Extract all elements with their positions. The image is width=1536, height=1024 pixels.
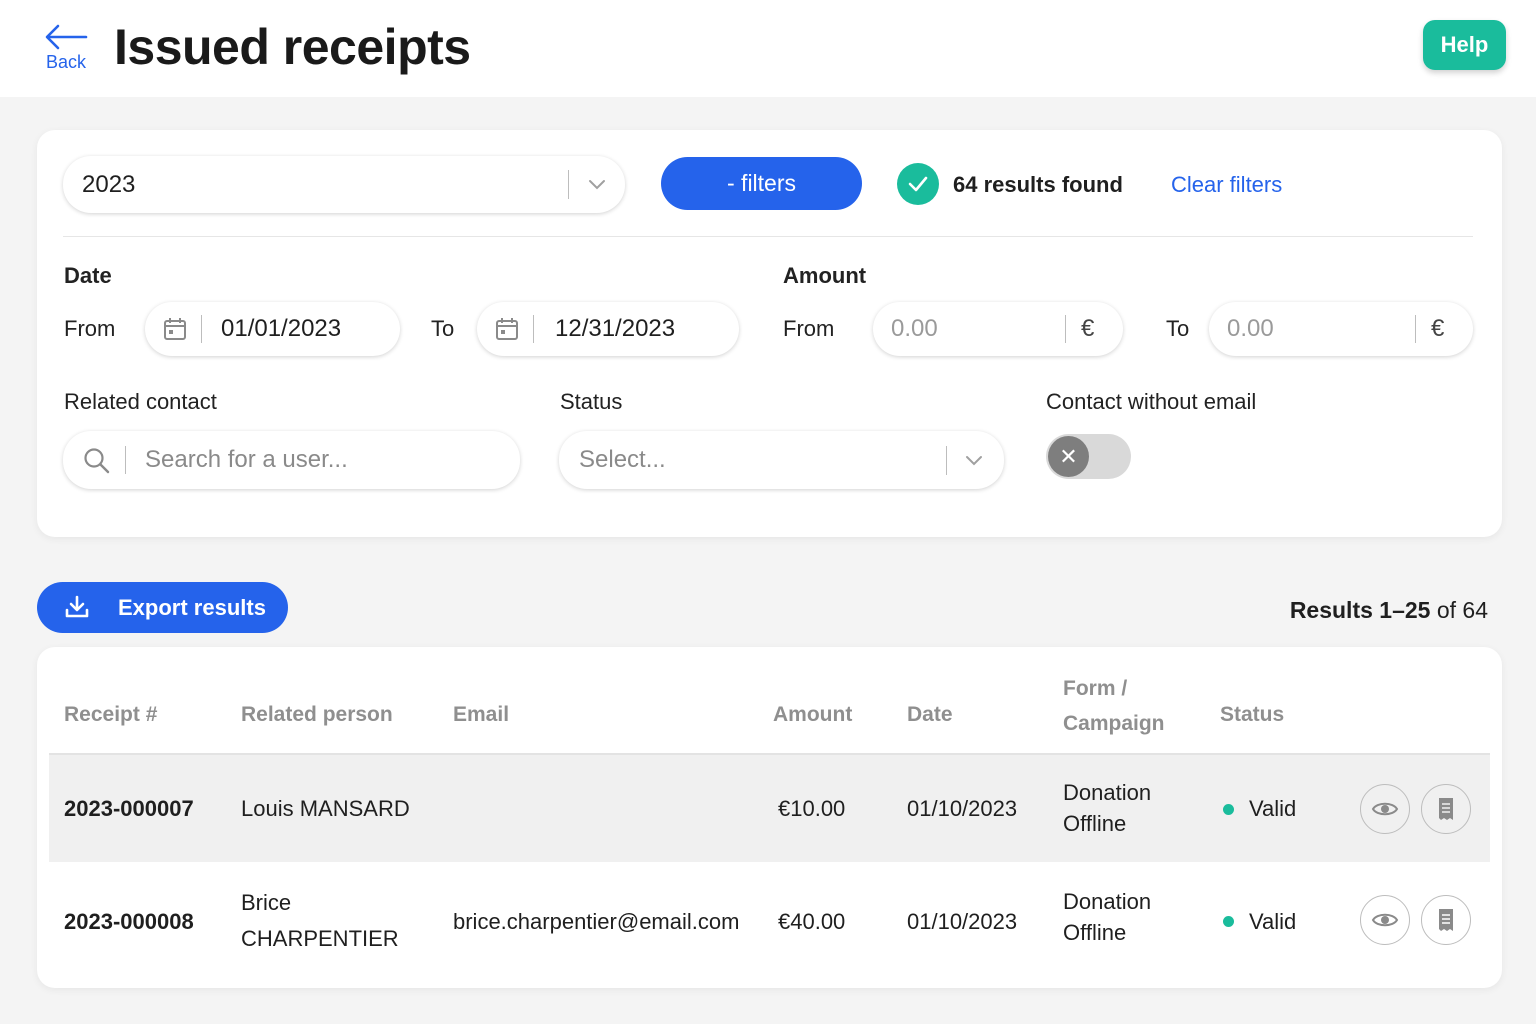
back-label: Back (45, 52, 87, 72)
form-campaign: Donation Offline (1063, 777, 1151, 839)
field-separator (1415, 315, 1416, 343)
clear-filters-link[interactable]: Clear filters (1171, 172, 1282, 198)
field-separator (125, 446, 126, 474)
receipt-number: 2023-000008 (64, 909, 194, 934)
form-line1: Donation (1063, 780, 1152, 805)
date-to-label: To (431, 316, 455, 341)
calendar-icon (164, 318, 186, 340)
chevron-down-icon (966, 456, 982, 466)
status-label: Status (560, 389, 623, 414)
select-separator (568, 170, 569, 199)
status-dot (1223, 804, 1234, 815)
arrow-left-icon (45, 24, 88, 50)
calendar-icon (496, 318, 518, 340)
column-header-person[interactable]: Related person (241, 697, 393, 732)
receipt-document-button[interactable] (1421, 784, 1471, 834)
year-select-value: 2023 (82, 170, 136, 198)
date: 01/10/2023 (907, 909, 1018, 934)
close-icon: ✕ (1048, 436, 1089, 477)
view-receipt-button[interactable] (1360, 895, 1410, 945)
export-results-label: Export results (118, 595, 266, 620)
column-header-form-line2: Campaign (1063, 712, 1165, 735)
amount-label: Amount (783, 263, 867, 288)
check-icon (897, 163, 939, 205)
results-range-total: of 64 (1430, 597, 1488, 623)
results-range-bold: Results 1–25 (1289, 597, 1431, 623)
column-header-email[interactable]: Email (453, 697, 509, 732)
amount-to-placeholder: 0.00 (1227, 315, 1274, 342)
contact-without-email-toggle[interactable]: ✕ (1046, 434, 1131, 479)
date-from-value: 01/01/2023 (221, 315, 342, 342)
column-header-form-line1: Form / (1063, 677, 1128, 700)
results-found-text: 64 results found (953, 172, 1123, 197)
euro-icon: € (1431, 315, 1445, 342)
related-contact-placeholder: Search for a user... (145, 446, 348, 473)
results-range: Results 1–25 of 64 (1290, 597, 1488, 624)
column-header-form-campaign[interactable]: Form / Campaign (1063, 671, 1165, 741)
form-line1: Donation (1063, 889, 1152, 914)
amount-to-label: To (1166, 316, 1190, 341)
amount-from-placeholder: 0.00 (891, 315, 938, 342)
receipt-number: 2023-000007 (64, 796, 194, 821)
export-results-button[interactable]: Export results (37, 582, 288, 633)
page-title: Issued receipts (114, 19, 471, 75)
page-header: Back Issued receipts Help (0, 0, 1536, 97)
download-icon (65, 595, 89, 618)
related-contact-label: Related contact (64, 389, 217, 414)
table-row[interactable]: 2023-000008 Brice CHARPENTIER brice.char… (49, 862, 1490, 982)
form-campaign: Donation Offline (1063, 886, 1151, 948)
amount-to-field[interactable]: 0.00 € (1209, 302, 1473, 356)
divider (63, 236, 1473, 237)
status-text: Valid (1249, 796, 1297, 821)
back-button[interactable]: Back (40, 24, 92, 80)
euro-icon: € (1081, 315, 1095, 342)
toggle-filters-button[interactable]: - filters (661, 157, 862, 210)
column-header-status[interactable]: Status (1220, 697, 1284, 732)
select-separator (946, 446, 947, 475)
status-dot (1223, 916, 1234, 927)
view-receipt-button[interactable] (1360, 784, 1410, 834)
date-to-field[interactable]: 12/31/2023 (477, 302, 739, 356)
contact-without-email-label: Contact without email (1046, 389, 1257, 414)
status-select[interactable]: Select... (559, 431, 1004, 489)
form-line2: Offline (1063, 811, 1127, 836)
field-separator (201, 315, 202, 343)
related-contact-search-input[interactable]: Search for a user... (63, 431, 520, 489)
column-header-date[interactable]: Date (907, 697, 953, 732)
date-from-label: From (64, 316, 116, 341)
field-separator (1065, 315, 1066, 343)
help-button[interactable]: Help (1423, 20, 1506, 70)
amount: €40.00 (778, 909, 846, 934)
form-line2: Offline (1063, 920, 1127, 945)
receipt-document-button[interactable] (1421, 895, 1471, 945)
amount: €10.00 (778, 796, 846, 821)
date-label: Date (64, 263, 112, 288)
person-name-line1: Brice (241, 890, 292, 915)
field-separator (533, 315, 534, 343)
amount-from-label: From (783, 316, 835, 341)
date: 01/10/2023 (907, 796, 1018, 821)
amount-from-field[interactable]: 0.00 € (873, 302, 1123, 356)
column-header-amount[interactable]: Amount (773, 697, 852, 732)
receipt-icon (1439, 798, 1453, 820)
related-person: Brice CHARPENTIER (241, 887, 399, 954)
search-icon (84, 448, 110, 474)
table-row[interactable]: 2023-000007 Louis MANSARD €10.00 01/10/2… (49, 755, 1490, 862)
status-placeholder: Select... (579, 446, 666, 473)
eye-icon (1371, 802, 1399, 816)
filter-panel: 2023 - filters 64 results found Clear fi… (37, 130, 1502, 537)
chevron-down-icon (589, 180, 605, 190)
receipt-icon (1439, 909, 1453, 931)
receipts-table: Receipt # Related person Email Amount Da… (37, 647, 1502, 988)
column-header-receipt[interactable]: Receipt # (64, 697, 157, 732)
date-to-value: 12/31/2023 (555, 315, 676, 342)
date-from-field[interactable]: 01/01/2023 (145, 302, 400, 356)
year-select[interactable]: 2023 (63, 156, 625, 213)
person-name-line2: CHARPENTIER (241, 926, 399, 951)
status-text: Valid (1249, 909, 1297, 934)
person-name-line1: Louis MANSARD (241, 796, 410, 821)
related-person: Louis MANSARD (241, 793, 410, 824)
email: brice.charpentier@email.com (453, 909, 740, 934)
eye-icon (1371, 913, 1399, 927)
